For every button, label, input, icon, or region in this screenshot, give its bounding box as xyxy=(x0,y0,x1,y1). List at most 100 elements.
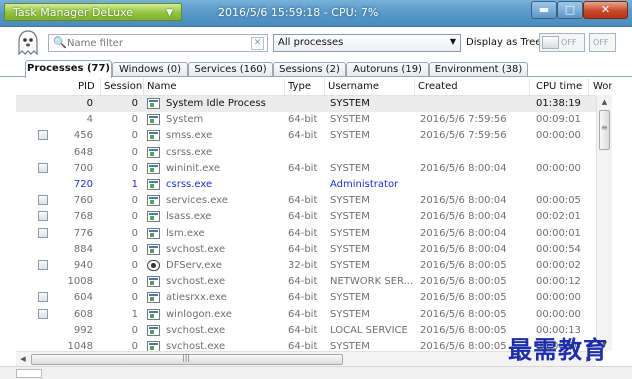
cell-type: 64-bit xyxy=(288,308,318,320)
cell-cpu-time: 00:00:00 xyxy=(536,130,581,142)
vertical-scrollbar[interactable]: ▲ ▼ xyxy=(596,95,612,351)
process-table[interactable]: PID Session Name Type Username Created C… xyxy=(16,78,612,351)
name-filter-field[interactable]: 🔍 ✕ xyxy=(48,34,268,52)
cell-type: 64-bit xyxy=(288,227,318,239)
row-checkbox[interactable] xyxy=(38,260,48,270)
column-separator[interactable] xyxy=(529,78,530,95)
column-separator[interactable] xyxy=(414,78,415,95)
cell-pid: 1048 xyxy=(67,341,93,351)
close-button[interactable]: ✕ xyxy=(583,1,628,19)
process-scope-value: All processes xyxy=(278,37,344,48)
chevron-down-icon: ▼ xyxy=(449,37,456,46)
cell-name: svchost.exe xyxy=(166,276,226,288)
column-separator[interactable] xyxy=(143,78,144,95)
row-checkbox[interactable] xyxy=(38,211,48,222)
cell-username: SYSTEM xyxy=(330,308,370,320)
process-icon xyxy=(147,179,160,190)
scroll-left-icon[interactable]: ◀ xyxy=(16,352,30,366)
cell-session: 0 xyxy=(131,98,138,109)
cell-created: 2016/5/6 8:00:05 xyxy=(420,276,507,288)
row-checkbox[interactable] xyxy=(38,308,48,319)
cell-session: 0 xyxy=(131,146,138,158)
cell-created: 2016/5/6 8:00:04 xyxy=(420,211,507,223)
minimize-button[interactable]: ▬ xyxy=(531,1,557,19)
cell-session: 1 xyxy=(131,308,138,320)
tab-windows[interactable]: Windows (0) xyxy=(112,62,188,77)
process-icon xyxy=(147,292,160,304)
column-type[interactable]: Type xyxy=(288,81,311,92)
cell-name: wininit.exe xyxy=(166,162,221,174)
tab-processes[interactable]: Processes (77) xyxy=(25,60,112,78)
column-separator[interactable] xyxy=(588,78,589,95)
column-created[interactable]: Created xyxy=(418,81,458,92)
process-icon xyxy=(147,211,160,223)
cell-cpu-time: 00:00:12 xyxy=(536,276,581,288)
scrollbar-thumb[interactable] xyxy=(599,110,610,150)
row-checkbox[interactable] xyxy=(38,130,48,141)
name-filter-input[interactable] xyxy=(67,36,245,50)
process-scope-select[interactable]: All processes ▼ xyxy=(273,34,461,52)
tab-autoruns[interactable]: Autoruns (19) xyxy=(346,62,429,77)
column-separator[interactable] xyxy=(284,78,285,95)
process-icon xyxy=(147,276,160,288)
table-row[interactable]: 1008 0 svchost.exe 64-bit NETWORK SER... 2016… xyxy=(16,274,612,290)
cell-username: SYSTEM xyxy=(330,260,370,271)
row-checkbox[interactable] xyxy=(38,162,48,173)
table-row[interactable]: 760 0 services.exe 64-bit SYSTEM 2016/5/6 8:0… xyxy=(16,193,612,209)
column-pid[interactable]: PID xyxy=(78,81,95,92)
table-row[interactable]: 720 1 csrss.exe Administrator xyxy=(16,177,612,193)
column-cpu-time[interactable]: CPU time xyxy=(536,81,582,92)
row-checkbox[interactable] xyxy=(38,292,48,303)
clear-filter-icon[interactable]: ✕ xyxy=(251,37,264,50)
cell-name: csrss.exe xyxy=(166,146,213,158)
scroll-up-icon[interactable]: ▲ xyxy=(597,95,612,109)
column-username[interactable]: Username xyxy=(328,81,379,92)
column-separator[interactable] xyxy=(100,78,101,95)
cell-username: SYSTEM xyxy=(330,162,370,174)
cell-name: winlogon.exe xyxy=(166,308,232,320)
table-row[interactable]: 604 0 atiesrxx.exe 64-bit SYSTEM 2016/5/6 8:0… xyxy=(16,290,612,306)
process-icon xyxy=(147,243,160,255)
show-as-tree-toggle[interactable]: OFF xyxy=(539,33,585,52)
cell-name: csrss.exe xyxy=(166,179,213,190)
ghost-icon[interactable] xyxy=(16,29,40,57)
process-icon xyxy=(147,341,160,351)
cell-session: 1 xyxy=(131,179,138,190)
cell-name: services.exe xyxy=(166,195,228,207)
cell-name: lsm.exe xyxy=(166,227,205,239)
cell-cpu-time: 00:00:05 xyxy=(536,195,581,207)
tab-services[interactable]: Services (160) xyxy=(188,62,273,77)
cell-username: SYSTEM xyxy=(330,211,370,223)
table-row[interactable]: 608 1 winlogon.exe 64-bit SYSTEM 2016/5/6 8:0… xyxy=(16,307,612,323)
column-extra[interactable]: Worl xyxy=(593,81,612,92)
table-row[interactable]: 768 0 lsass.exe 64-bit SYSTEM 2016/5/6 8:00:0… xyxy=(16,209,612,225)
cell-type: 64-bit xyxy=(288,324,318,336)
cell-cpu-time: 00:00:02 xyxy=(536,260,581,271)
table-row[interactable]: 4 0 System 64-bit SYSTEM 2016/5/6 7:59:56 00:0… xyxy=(16,112,612,128)
cell-cpu-time: 01:38:19 xyxy=(536,98,581,109)
column-name[interactable]: Name xyxy=(147,81,177,92)
process-icon xyxy=(147,227,160,239)
table-row[interactable]: 940 0 DFServ.exe 32-bit SYSTEM 2016/5/6 8:00:… xyxy=(16,258,612,274)
table-row[interactable]: 0 0 System Idle Process SYSTEM 01:38:19 xyxy=(16,96,612,112)
app-menu-button[interactable]: Task Manager DeLuxe ▼ xyxy=(4,3,182,21)
row-checkbox[interactable] xyxy=(38,195,48,206)
table-row[interactable]: 700 0 wininit.exe 64-bit SYSTEM 2016/5/6 8:00… xyxy=(16,161,612,177)
tab-sessions[interactable]: Sessions (2) xyxy=(273,62,346,77)
cell-session: 0 xyxy=(131,341,138,351)
cell-pid: 1008 xyxy=(67,276,93,288)
table-row[interactable]: 648 0 csrss.exe xyxy=(16,145,612,161)
process-icon xyxy=(147,308,160,320)
row-checkbox[interactable] xyxy=(38,227,48,238)
tab-environment[interactable]: Environment (38) xyxy=(429,62,528,77)
table-row[interactable]: 884 0 svchost.exe 64-bit SYSTEM 2016/5/6 8:00… xyxy=(16,242,612,258)
cell-username: SYSTEM xyxy=(330,195,370,207)
maximize-icon: □ xyxy=(564,3,576,16)
maximize-button[interactable]: □ xyxy=(557,1,583,19)
table-row[interactable]: 456 0 smss.exe 64-bit SYSTEM 2016/5/6 7:59:56… xyxy=(16,128,612,144)
column-session[interactable]: Session xyxy=(104,81,142,92)
column-separator[interactable] xyxy=(324,78,325,95)
secondary-toggle[interactable]: OFF xyxy=(589,33,616,52)
table-row[interactable]: 776 0 lsm.exe 64-bit SYSTEM 2016/5/6 8:00:04 0… xyxy=(16,226,612,242)
scrollbar-thumb[interactable] xyxy=(31,353,343,365)
